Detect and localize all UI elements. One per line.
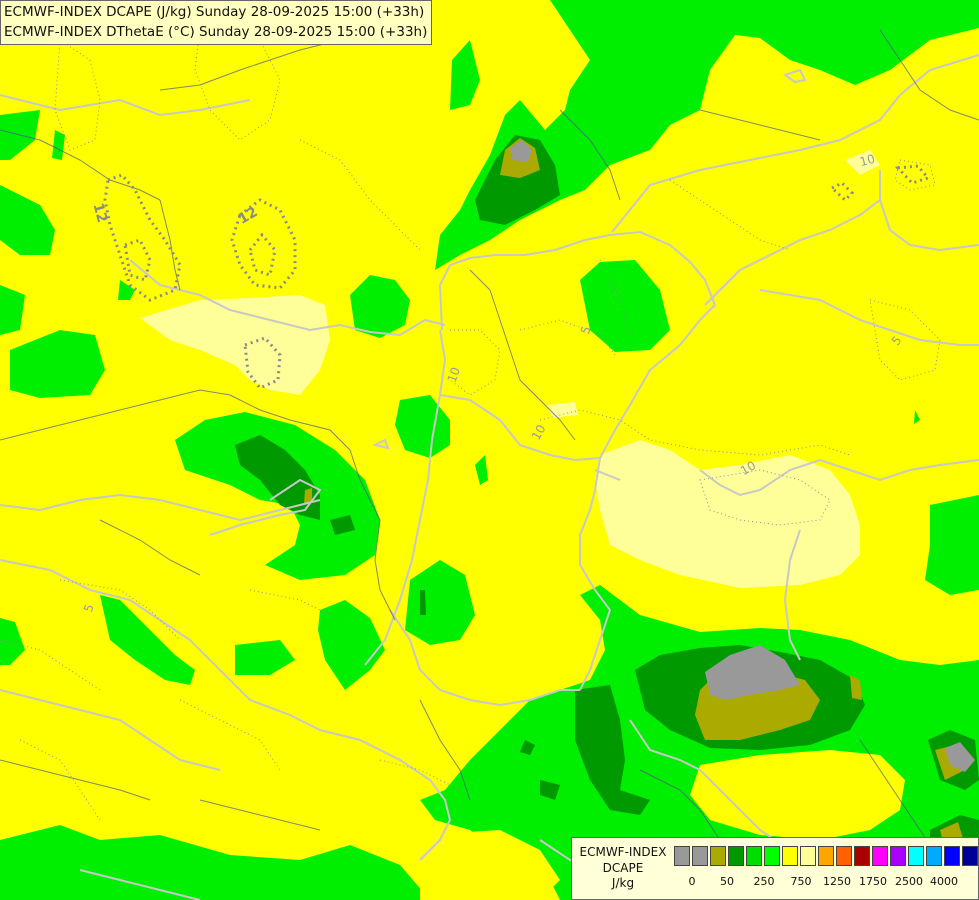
title-line-dcape: ECMWF-INDEX DCAPE (J/kg) Sunday 28-09-20… bbox=[4, 4, 425, 20]
legend-tick-label: 1250 bbox=[823, 875, 851, 888]
legend-swatch bbox=[782, 846, 798, 866]
legend-swatch bbox=[872, 846, 888, 866]
legend-swatch bbox=[836, 846, 852, 866]
legend-swatch bbox=[728, 846, 744, 866]
legend-swatch bbox=[962, 846, 978, 866]
legend-tick-label: 0 bbox=[688, 875, 696, 888]
legend-swatch bbox=[944, 846, 960, 866]
legend-swatch bbox=[818, 846, 834, 866]
color-legend: ECMWF-INDEX DCAPE J/kg 0 50 250 750 1250 1750… bbox=[571, 837, 979, 900]
legend-swatch bbox=[674, 846, 690, 866]
legend-swatch bbox=[692, 846, 708, 866]
legend-tick-label: 50 bbox=[720, 875, 734, 888]
legend-swatch bbox=[854, 846, 870, 866]
legend-tick-label: 2500 bbox=[895, 875, 923, 888]
legend-unit: J/kg bbox=[611, 876, 635, 890]
legend-tick-label: 4000 bbox=[930, 875, 958, 888]
map-title-box: ECMWF-INDEX DCAPE (J/kg) Sunday 28-09-20… bbox=[0, 0, 433, 45]
legend-tick-label: 750 bbox=[790, 875, 812, 888]
legend-tick-label: 1750 bbox=[859, 875, 887, 888]
title-line-dthetae: ECMWF-INDEX DThetaE (°C) Sunday 28-09-20… bbox=[4, 24, 428, 40]
legend-tick-label: 250 bbox=[753, 875, 775, 888]
legend-swatch bbox=[926, 846, 942, 866]
legend-swatch bbox=[890, 846, 906, 866]
dcape-map: 12 12 10 10 10 10 5 5 5 bbox=[0, 0, 979, 900]
legend-parameter-name: DCAPE bbox=[602, 860, 644, 875]
legend-swatch bbox=[764, 846, 780, 866]
legend-swatch bbox=[710, 846, 726, 866]
legend-model-name: ECMWF-INDEX bbox=[579, 845, 667, 859]
legend-swatch bbox=[908, 846, 924, 866]
legend-label: ECMWF-INDEX DCAPE J/kg bbox=[576, 845, 670, 892]
legend-swatch bbox=[800, 846, 816, 866]
legend-swatch bbox=[746, 846, 762, 866]
